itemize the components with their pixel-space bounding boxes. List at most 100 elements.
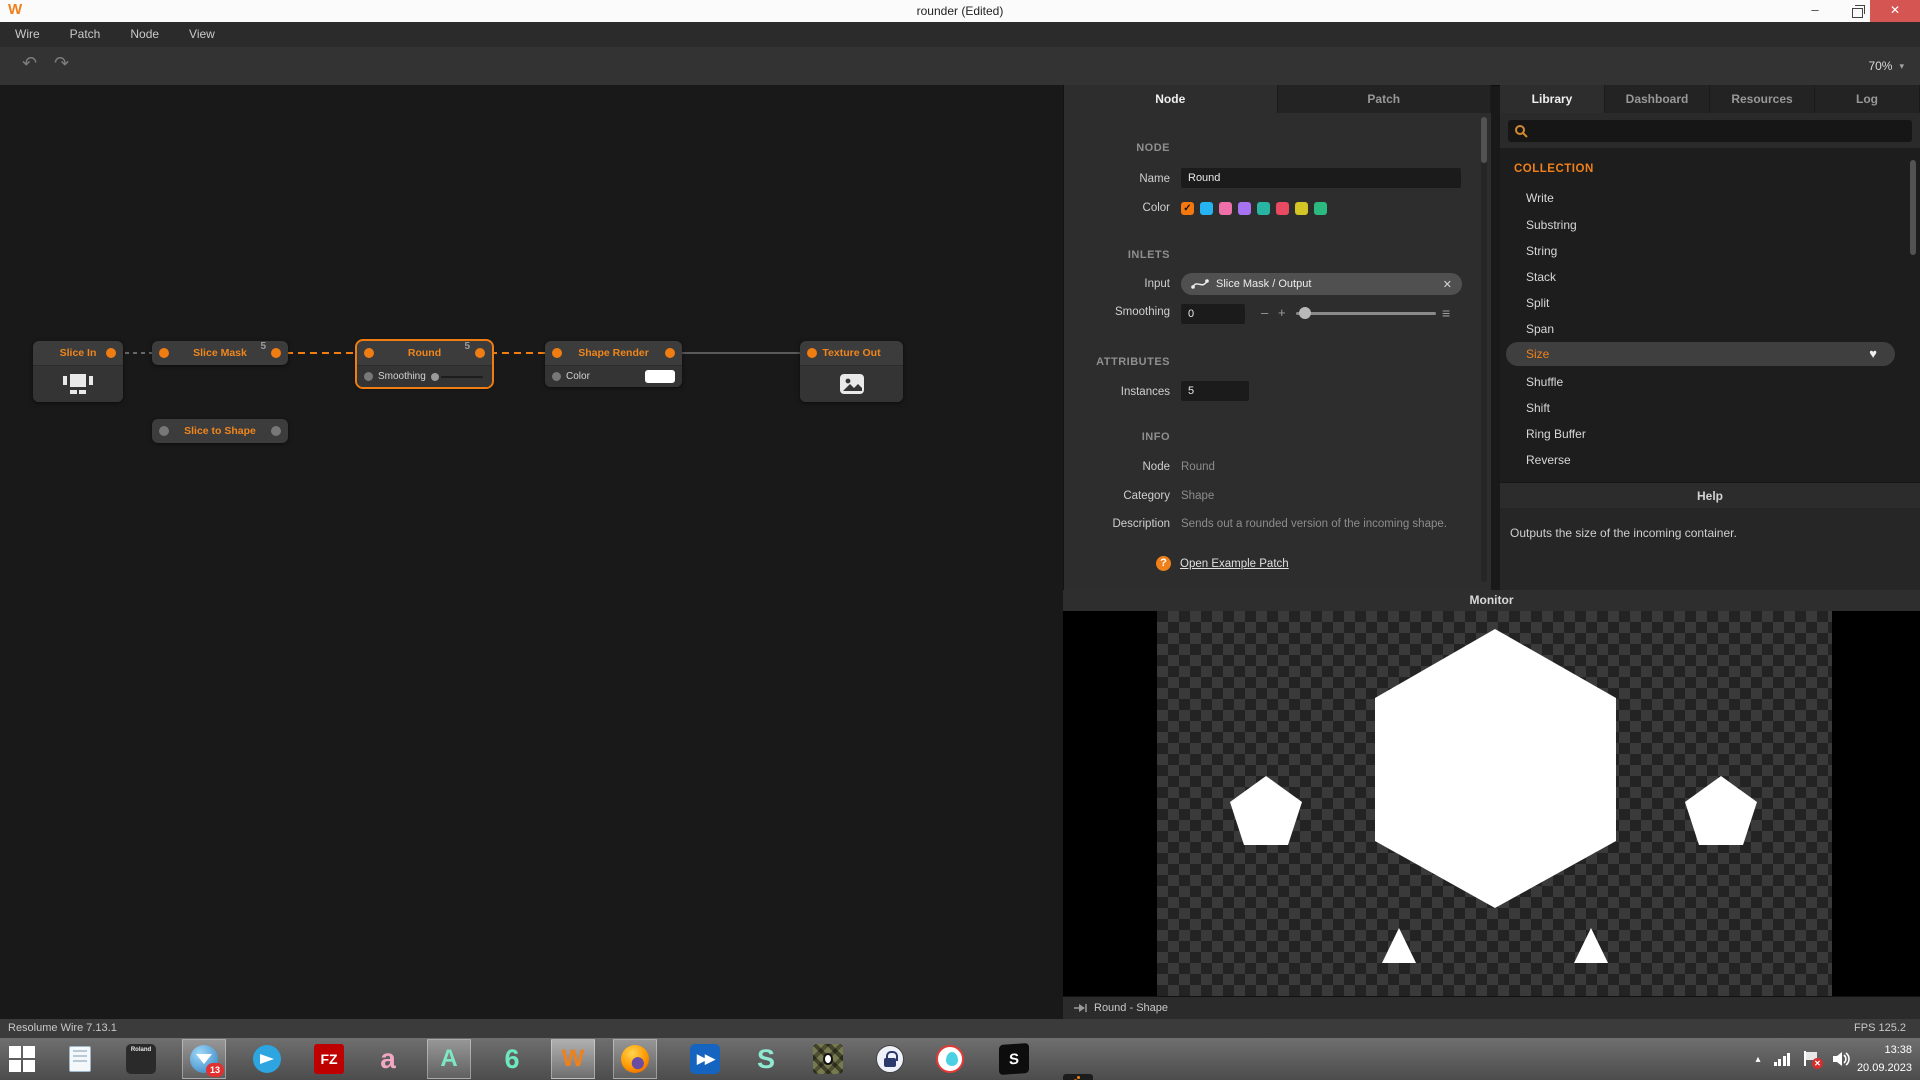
tab-dashboard[interactable]: Dashboard — [1605, 85, 1710, 113]
taskbar-spout-icon[interactable]: S — [999, 1043, 1029, 1075]
tab-patch[interactable]: Patch — [1278, 85, 1492, 113]
instances-input[interactable]: 5 — [1181, 381, 1249, 401]
start-button[interactable] — [7, 1044, 37, 1074]
library-scrollbar[interactable] — [1910, 154, 1916, 476]
color-swatch[interactable] — [1219, 202, 1232, 215]
color-swatch[interactable] — [1257, 202, 1270, 215]
taskbar-telegram-icon[interactable] — [252, 1044, 282, 1074]
inlet-dot[interactable] — [552, 372, 561, 381]
monitor-header[interactable]: Monitor — [1063, 590, 1920, 612]
library-item-shuffle[interactable]: Shuffle — [1526, 370, 1563, 394]
tab-log[interactable]: Log — [1815, 85, 1920, 113]
inlet-dot[interactable] — [159, 348, 169, 358]
taskbar-smode-icon[interactable]: S — [751, 1044, 781, 1074]
taskbar-cinder-icon[interactable]: CINDER — [1063, 1074, 1093, 1080]
taskbar-arena-icon[interactable]: a — [373, 1044, 403, 1074]
inlet-dot[interactable] — [552, 348, 562, 358]
action-center-flag-icon[interactable]: ✕ — [1803, 1051, 1819, 1067]
smoothing-label: Smoothing — [1064, 306, 1170, 318]
taskbar-clock[interactable]: 13:38 20.09.2023 — [1857, 1041, 1912, 1077]
node-panel-scrollbar[interactable] — [1481, 117, 1487, 582]
library-item-span[interactable]: Span — [1526, 317, 1554, 341]
color-swatch[interactable] — [1200, 202, 1213, 215]
outlet-dot[interactable] — [475, 348, 485, 358]
node-shape-render[interactable]: Shape Render Color — [545, 341, 682, 387]
library-item-stack[interactable]: Stack — [1526, 265, 1556, 289]
clear-connection-icon[interactable]: ✕ — [1443, 278, 1452, 291]
color-swatch[interactable]: ✓ — [1181, 202, 1194, 215]
taskbar-drop-icon[interactable] — [935, 1044, 965, 1074]
inlet-dot[interactable] — [807, 348, 817, 358]
color-swatch[interactable] — [1295, 202, 1308, 215]
inlet-dot[interactable] — [159, 426, 169, 436]
menu-node[interactable]: Node — [115, 22, 174, 47]
open-example-patch-link[interactable]: Open Example Patch — [1180, 558, 1289, 570]
node-slice-mask[interactable]: Slice Mask 5 — [152, 341, 288, 365]
tab-node[interactable]: Node — [1064, 85, 1278, 113]
zoom-control[interactable]: 70% ▾ — [1868, 47, 1904, 85]
library-item-shift[interactable]: Shift — [1526, 396, 1550, 420]
color-swatch[interactable] — [1276, 202, 1289, 215]
zoom-level: 70% — [1868, 59, 1892, 73]
inlet-dot[interactable] — [364, 348, 374, 358]
network-signal-icon[interactable] — [1774, 1053, 1791, 1066]
taskbar-module-icon[interactable] — [813, 1044, 843, 1074]
taskbar-six-icon[interactable]: 6 — [497, 1044, 527, 1074]
color-swatch[interactable] — [1238, 202, 1251, 215]
outlet-dot[interactable] — [106, 348, 116, 358]
minimize-button[interactable]: – — [1794, 0, 1836, 22]
color-swatch[interactable] — [1314, 202, 1327, 215]
smoothing-input[interactable]: 0 — [1181, 304, 1245, 324]
favorite-heart-icon[interactable]: ♥ — [1869, 342, 1877, 366]
tab-library[interactable]: Library — [1500, 85, 1605, 113]
collection-header: COLLECTION — [1514, 163, 1594, 175]
node-texture-out[interactable]: Texture Out — [800, 341, 903, 402]
menu-patch[interactable]: Patch — [55, 22, 116, 47]
library-search-area — [1500, 113, 1920, 148]
library-item-reverse[interactable]: Reverse — [1526, 448, 1571, 472]
library-item-ring-buffer[interactable]: Ring Buffer — [1526, 422, 1586, 446]
taskbar-wire-icon[interactable]: W — [558, 1044, 588, 1074]
taskbar-avenue-icon[interactable]: A — [434, 1044, 464, 1074]
node-round[interactable]: Round 5 Smoothing — [357, 341, 492, 387]
menu-view[interactable]: View — [174, 22, 230, 47]
taskbar-keepass-icon[interactable] — [875, 1044, 905, 1074]
library-item-string[interactable]: String — [1526, 239, 1557, 263]
library-item-size-selected[interactable]: Size ♥ — [1506, 342, 1895, 366]
smoothing-slider[interactable] — [1296, 304, 1436, 322]
taskbar-roland-icon[interactable]: Roland — [126, 1044, 156, 1074]
section-inlets: INLETS — [1064, 249, 1170, 261]
smoothing-mini-slider[interactable] — [431, 372, 485, 382]
library-search-input[interactable] — [1508, 120, 1912, 142]
taskbar-remote-icon[interactable]: ▶▶ — [690, 1044, 720, 1074]
volume-icon[interactable] — [1832, 1051, 1850, 1067]
tab-resources[interactable]: Resources — [1710, 85, 1815, 113]
node-body — [800, 365, 903, 402]
redo-icon[interactable]: ↷ — [54, 53, 69, 74]
outlet-dot[interactable] — [665, 348, 675, 358]
node-slice-to-shape[interactable]: Slice to Shape — [152, 419, 288, 443]
taskbar-filezilla-icon[interactable]: FZ — [314, 1044, 344, 1074]
taskbar-thunderbird-icon[interactable]: 13 — [189, 1044, 219, 1074]
inlet-dot[interactable] — [364, 372, 373, 381]
outlet-dot[interactable] — [271, 348, 281, 358]
smoothing-options-icon[interactable]: ≡ — [1442, 304, 1450, 322]
outlet-dot[interactable] — [271, 426, 281, 436]
menu-wire[interactable]: Wire — [0, 22, 55, 47]
library-item-substring[interactable]: Substring — [1526, 213, 1577, 237]
show-hidden-icons-button[interactable]: ▴ — [1755, 1054, 1760, 1065]
help-text: Outputs the size of the incoming contain… — [1510, 526, 1737, 540]
smoothing-decrement-button[interactable]: – — [1261, 304, 1268, 322]
name-input[interactable]: Round — [1181, 168, 1461, 188]
node-slice-in[interactable]: Slice In — [33, 341, 123, 402]
library-item-write[interactable]: Write — [1526, 186, 1554, 210]
color-value-chip[interactable] — [645, 370, 675, 383]
undo-icon[interactable]: ↶ — [22, 53, 37, 74]
smoothing-increment-button[interactable]: + — [1278, 304, 1286, 322]
patch-canvas[interactable]: Slice In Slice Mask 5 Round 5 — [0, 85, 1063, 1019]
taskbar-firefox-icon[interactable] — [620, 1044, 650, 1074]
taskbar-notepad-icon[interactable] — [65, 1044, 95, 1074]
library-item-split[interactable]: Split — [1526, 291, 1549, 315]
close-button[interactable]: ✕ — [1870, 0, 1920, 22]
input-connection-pill[interactable]: Slice Mask / Output ✕ — [1181, 273, 1462, 295]
